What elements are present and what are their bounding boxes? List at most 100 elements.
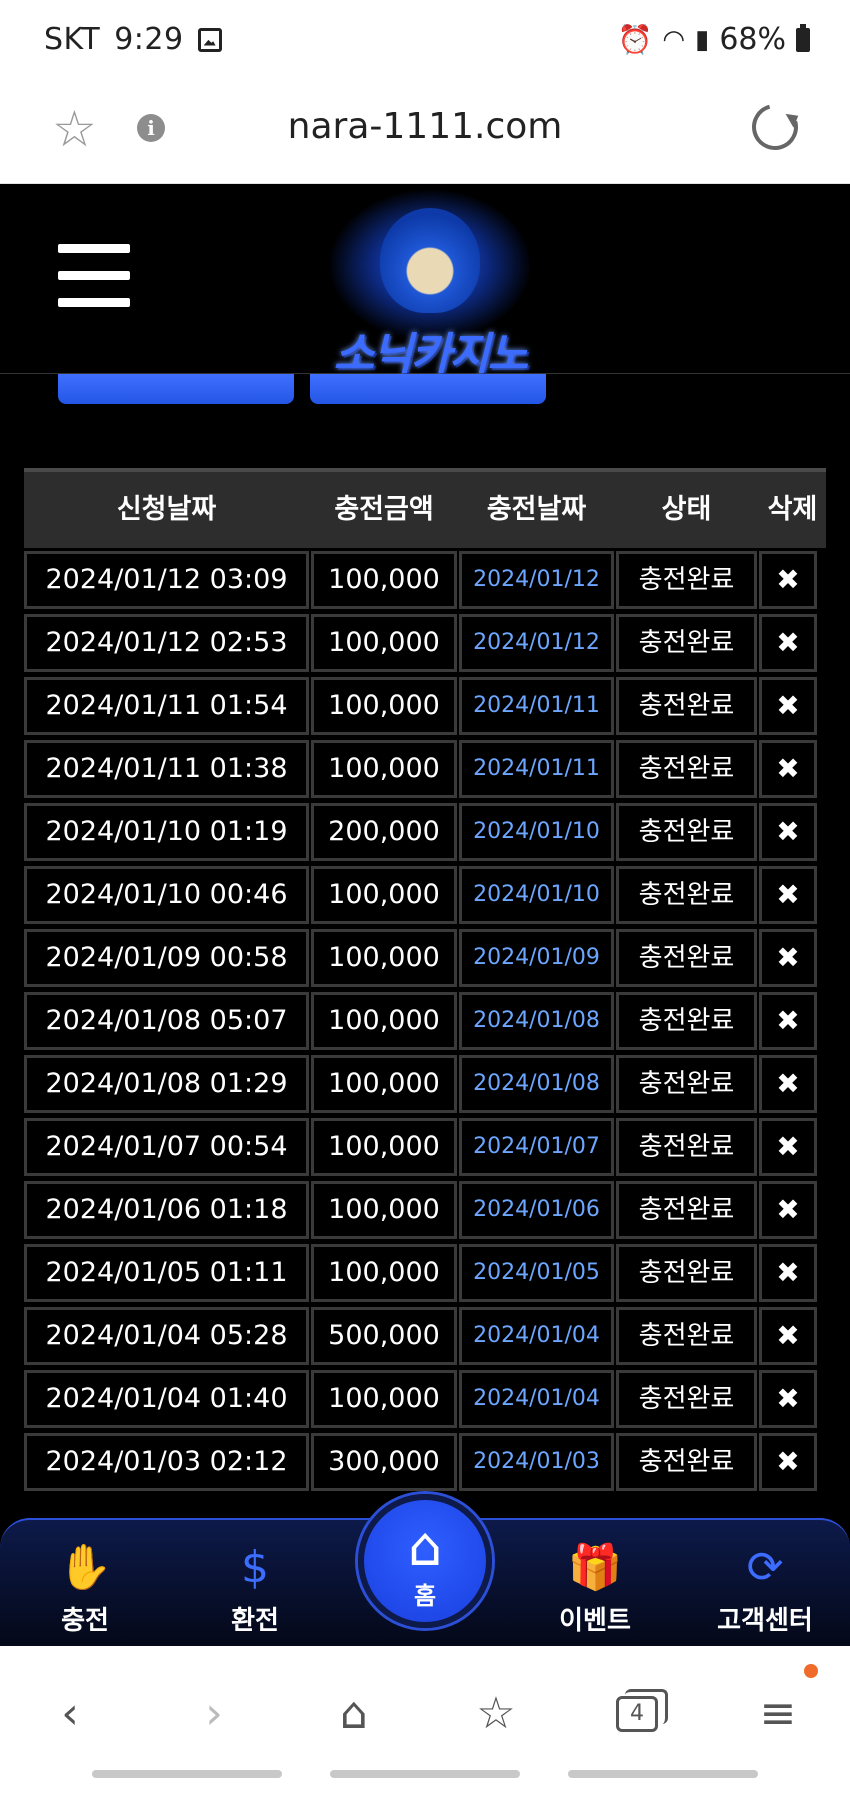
- reload-icon[interactable]: [743, 95, 807, 159]
- gesture-bar-right: [568, 1770, 758, 1778]
- status-bar: SKT 9:29 ⏰ ◠ ▮ 68%: [0, 0, 850, 84]
- back-icon[interactable]: ‹: [40, 1684, 100, 1744]
- browser-toolbar: ‹ › ⌂ ☆ 4 ≡: [0, 1646, 850, 1794]
- hamburger-menu-icon[interactable]: [58, 244, 130, 308]
- cell-status: 충전완료: [616, 1307, 757, 1365]
- nav-exchange[interactable]: $ 환전: [190, 1530, 320, 1640]
- cell-charge-date: 2024/01/06: [459, 1181, 614, 1239]
- cell-status: 충전완료: [616, 677, 757, 735]
- cell-amount: 500,000: [311, 1307, 457, 1365]
- cell-amount: 100,000: [311, 1055, 457, 1113]
- table-row: 2024/01/04 01:40 100,000 2024/01/04 충전완료 ✖: [24, 1367, 826, 1430]
- table-row: 2024/01/11 01:38 100,000 2024/01/11 충전완료 ✖: [24, 737, 826, 800]
- cell-request-date: 2024/01/12 02:53: [24, 614, 309, 672]
- cell-amount: 100,000: [311, 740, 457, 798]
- home-icon[interactable]: ⌂: [324, 1684, 384, 1744]
- table-row: 2024/01/08 01:29 100,000 2024/01/08 충전완료 ✖: [24, 1052, 826, 1115]
- delete-icon[interactable]: ✖: [759, 1433, 817, 1491]
- delete-icon[interactable]: ✖: [759, 1181, 817, 1239]
- delete-icon[interactable]: ✖: [759, 551, 817, 609]
- header-request-date: 신청날짜: [116, 494, 217, 525]
- delete-icon[interactable]: ✖: [759, 803, 817, 861]
- nav-charge[interactable]: ✋ 충전: [20, 1530, 150, 1640]
- cell-charge-date: 2024/01/11: [459, 740, 614, 798]
- table-row: 2024/01/04 05:28 500,000 2024/01/04 충전완료 ✖: [24, 1304, 826, 1367]
- table-row: 2024/01/09 00:58 100,000 2024/01/09 충전완료 ✖: [24, 926, 826, 989]
- table-row: 2024/01/10 01:19 200,000 2024/01/10 충전완료 ✖: [24, 800, 826, 863]
- cell-charge-date: 2024/01/03: [459, 1433, 614, 1491]
- gallery-notification-icon: [197, 27, 222, 52]
- header-delete: 삭제: [767, 494, 818, 525]
- nav-support[interactable]: ⟳ 고객센터: [700, 1530, 830, 1640]
- cell-request-date: 2024/01/03 02:12: [24, 1433, 309, 1491]
- cell-status: 충전완료: [616, 1370, 757, 1428]
- battery-icon: [796, 23, 810, 52]
- delete-icon[interactable]: ✖: [759, 1307, 817, 1365]
- table-row: 2024/01/07 00:54 100,000 2024/01/07 충전완료 ✖: [24, 1115, 826, 1178]
- cell-amount: 100,000: [311, 1181, 457, 1239]
- table-row: 2024/01/11 01:54 100,000 2024/01/11 충전완료 ✖: [24, 674, 826, 737]
- alarm-icon: ⏰: [617, 23, 653, 56]
- cell-amount: 100,000: [311, 614, 457, 672]
- signal-icon: ▮: [695, 24, 710, 55]
- gift-icon: 🎁: [567, 1542, 623, 1593]
- delete-icon[interactable]: ✖: [759, 614, 817, 672]
- delete-icon[interactable]: ✖: [759, 1244, 817, 1302]
- table-row: 2024/01/08 05:07 100,000 2024/01/08 충전완료 ✖: [24, 989, 826, 1052]
- delete-icon[interactable]: ✖: [759, 1118, 817, 1176]
- header-charge-date: 충전날짜: [486, 494, 587, 525]
- gesture-bar-center: [330, 1770, 520, 1778]
- top-right-button[interactable]: [310, 374, 546, 404]
- delete-icon[interactable]: ✖: [759, 866, 817, 924]
- cell-status: 충전완료: [616, 1181, 757, 1239]
- cell-request-date: 2024/01/04 01:40: [24, 1370, 309, 1428]
- cell-request-date: 2024/01/12 03:09: [24, 551, 309, 609]
- table-row: 2024/01/06 01:18 100,000 2024/01/06 충전완료 ✖: [24, 1178, 826, 1241]
- delete-icon[interactable]: ✖: [759, 677, 817, 735]
- forward-icon[interactable]: ›: [184, 1684, 244, 1744]
- carrier-label: SKT: [44, 22, 101, 57]
- cell-charge-date: 2024/01/11: [459, 677, 614, 735]
- nav-event[interactable]: 🎁 이벤트: [530, 1530, 660, 1640]
- screen: SKT 9:29 ⏰ ◠ ▮ 68% ☆ i nara-1111.com 소닉카…: [0, 0, 850, 1794]
- cell-charge-date: 2024/01/12: [459, 614, 614, 672]
- cell-status: 충전완료: [616, 614, 757, 672]
- cell-status: 충전완료: [616, 803, 757, 861]
- site-logo[interactable]: 소닉카지노: [300, 190, 560, 380]
- status-left: SKT 9:29: [44, 22, 222, 57]
- cell-request-date: 2024/01/08 05:07: [24, 992, 309, 1050]
- delete-icon[interactable]: ✖: [759, 992, 817, 1050]
- cell-status: 충전완료: [616, 1433, 757, 1491]
- cell-status: 충전완료: [616, 1055, 757, 1113]
- tabs-icon[interactable]: 4: [616, 1689, 668, 1732]
- top-left-button[interactable]: [58, 374, 294, 404]
- cell-status: 충전완료: [616, 992, 757, 1050]
- cell-amount: 100,000: [311, 866, 457, 924]
- table-row: 2024/01/12 02:53 100,000 2024/01/12 충전완료 ✖: [24, 611, 826, 674]
- cell-charge-date: 2024/01/04: [459, 1307, 614, 1365]
- cell-status: 충전완료: [616, 740, 757, 798]
- cell-charge-date: 2024/01/08: [459, 1055, 614, 1113]
- cell-amount: 200,000: [311, 803, 457, 861]
- delete-icon[interactable]: ✖: [759, 1055, 817, 1113]
- cell-request-date: 2024/01/10 00:46: [24, 866, 309, 924]
- bookmarks-icon[interactable]: ☆: [466, 1684, 526, 1744]
- header-status: 상태: [661, 494, 712, 525]
- nav-exchange-label: 환전: [231, 1606, 279, 1636]
- nav-home-button[interactable]: ⌂ 홈: [358, 1494, 492, 1628]
- cell-status: 충전완료: [616, 551, 757, 609]
- delete-icon[interactable]: ✖: [759, 1370, 817, 1428]
- cell-request-date: 2024/01/10 01:19: [24, 803, 309, 861]
- notification-dot: [804, 1664, 818, 1678]
- delete-icon[interactable]: ✖: [759, 740, 817, 798]
- cell-amount: 100,000: [311, 929, 457, 987]
- cell-charge-date: 2024/01/10: [459, 803, 614, 861]
- cell-request-date: 2024/01/11 01:54: [24, 677, 309, 735]
- delete-icon[interactable]: ✖: [759, 929, 817, 987]
- url-text[interactable]: nara-1111.com: [0, 106, 850, 147]
- nav-support-label: 고객센터: [717, 1606, 813, 1636]
- menu-icon[interactable]: ≡: [748, 1684, 808, 1744]
- clock: 9:29: [114, 22, 184, 57]
- nav-charge-label: 충전: [61, 1606, 109, 1636]
- cell-charge-date: 2024/01/08: [459, 992, 614, 1050]
